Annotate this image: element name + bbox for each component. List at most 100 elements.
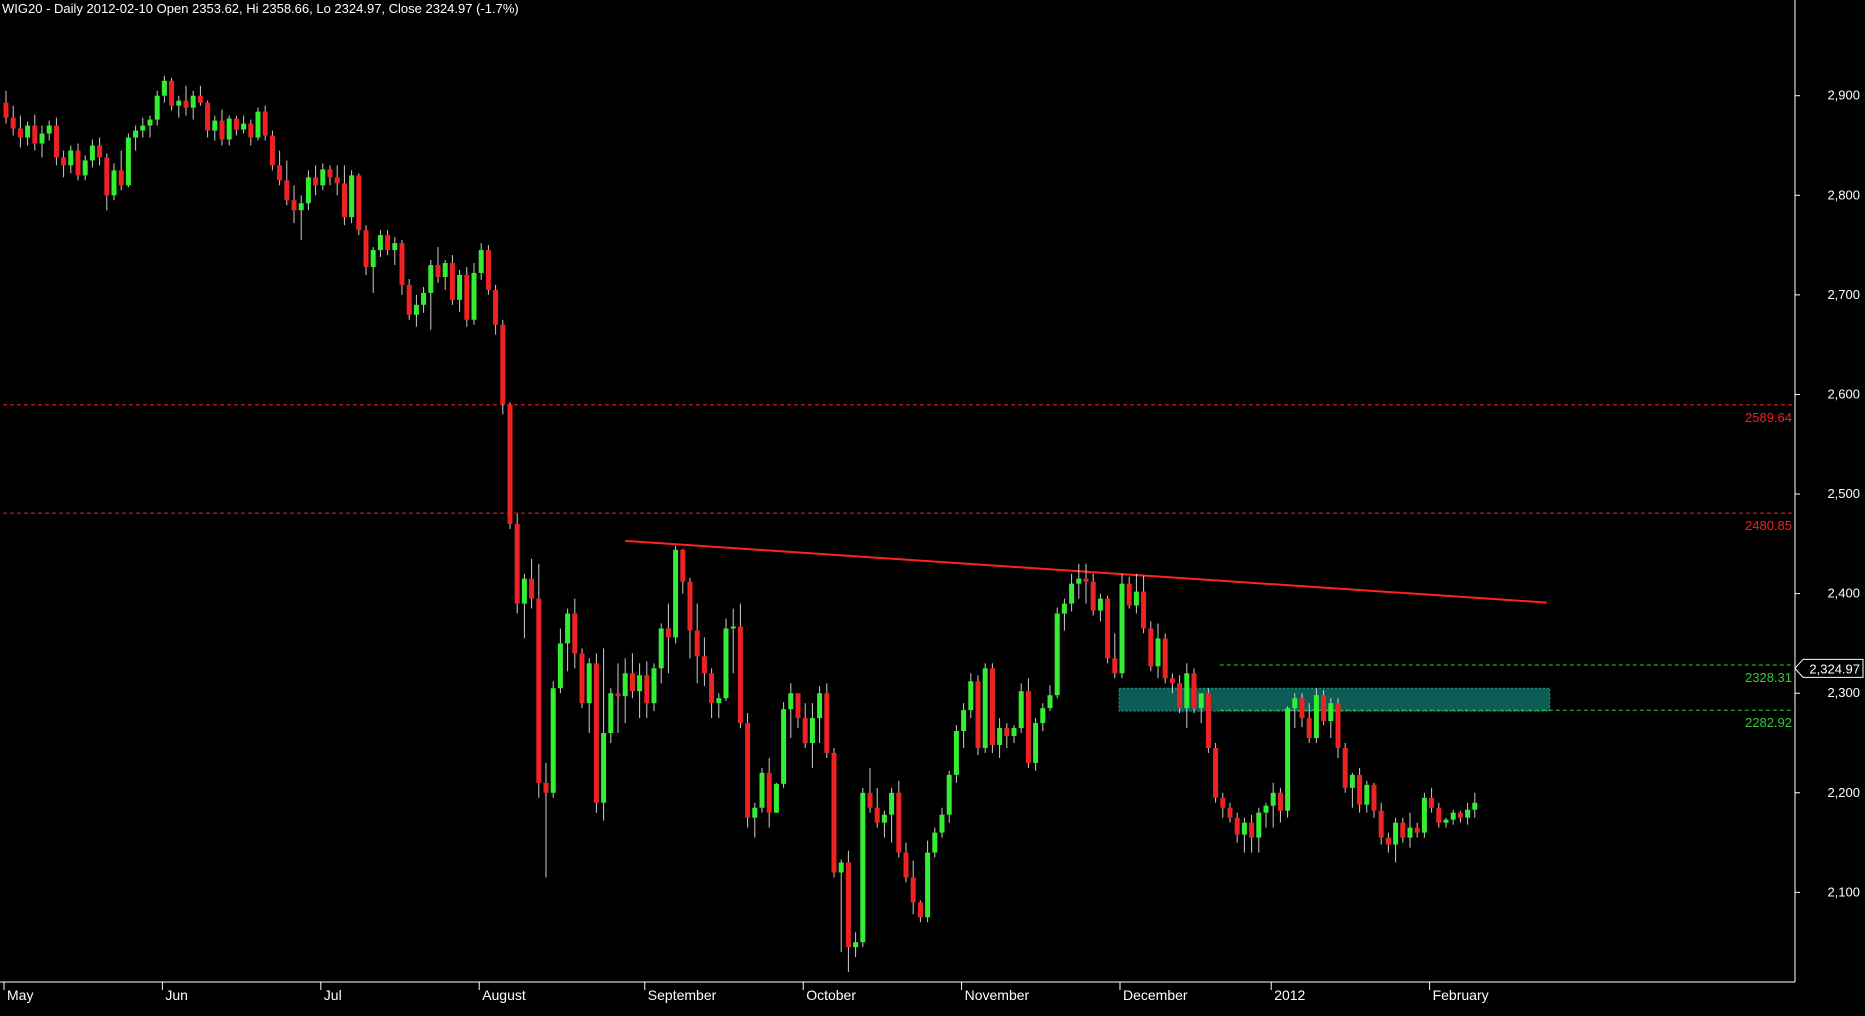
candle-body-up bbox=[241, 123, 247, 130]
candle-body-up bbox=[176, 100, 182, 106]
candle-body-down bbox=[53, 125, 59, 158]
candle bbox=[968, 673, 974, 719]
candle bbox=[1227, 802, 1233, 823]
candle bbox=[1141, 575, 1147, 634]
candle-body-down bbox=[1177, 683, 1183, 709]
candle bbox=[442, 260, 448, 290]
candle-body-down bbox=[363, 230, 369, 267]
candle-body-up bbox=[1407, 827, 1413, 838]
candle bbox=[421, 286, 427, 313]
candle-body-down bbox=[1004, 728, 1010, 737]
candle bbox=[896, 780, 902, 858]
candle bbox=[997, 718, 1003, 758]
candle-body-down bbox=[1090, 581, 1096, 611]
candle bbox=[1400, 817, 1406, 843]
candle bbox=[97, 137, 103, 166]
candle-body-up bbox=[421, 292, 427, 305]
candle bbox=[435, 247, 441, 283]
candle-body-up bbox=[1292, 698, 1298, 709]
candle bbox=[478, 243, 484, 280]
candle bbox=[147, 115, 153, 138]
candle bbox=[1112, 633, 1118, 679]
candle-body-up bbox=[853, 942, 859, 948]
candle-body-up bbox=[622, 673, 628, 697]
candle-body-down bbox=[327, 169, 333, 178]
candle-body-up bbox=[557, 643, 563, 689]
candle-body-down bbox=[1025, 691, 1031, 763]
candle bbox=[658, 623, 664, 684]
candle bbox=[572, 598, 578, 669]
candle bbox=[111, 163, 117, 201]
candle-body-down bbox=[1429, 797, 1435, 808]
candle bbox=[1357, 767, 1363, 813]
candle bbox=[406, 278, 412, 320]
candle bbox=[356, 173, 362, 236]
candle-body-down bbox=[1321, 695, 1327, 722]
candle bbox=[1198, 693, 1204, 724]
candle-body-up bbox=[1054, 613, 1060, 696]
candle-body-down bbox=[1234, 817, 1240, 835]
candle-body-down bbox=[262, 111, 268, 136]
candle-body-down bbox=[1299, 698, 1305, 719]
candle-body-down bbox=[313, 177, 319, 186]
candle bbox=[118, 150, 124, 191]
candle bbox=[313, 165, 319, 196]
candle-body-down bbox=[1220, 797, 1226, 808]
candle-body-up bbox=[457, 274, 463, 300]
candle bbox=[773, 782, 779, 813]
candle-body-down bbox=[593, 663, 599, 803]
candle-body-down bbox=[745, 723, 751, 818]
candle bbox=[68, 145, 74, 174]
candle bbox=[334, 165, 340, 196]
candle bbox=[349, 170, 355, 224]
candle-body-up bbox=[1061, 603, 1067, 614]
candle bbox=[860, 787, 866, 948]
candle bbox=[341, 165, 347, 226]
x-tick-label: October bbox=[806, 987, 856, 1003]
candle bbox=[493, 284, 499, 335]
candle bbox=[874, 787, 880, 828]
candle bbox=[291, 185, 297, 224]
candle bbox=[392, 237, 398, 265]
candle bbox=[1011, 725, 1017, 743]
candle-body-up bbox=[817, 693, 823, 719]
candle bbox=[889, 787, 895, 843]
candle-body-up bbox=[550, 688, 556, 793]
candle bbox=[637, 663, 643, 719]
candle bbox=[1436, 802, 1442, 828]
x-tick-label: Jun bbox=[165, 987, 188, 1003]
candle-body-down bbox=[1148, 628, 1154, 667]
candle-body-up bbox=[25, 125, 31, 138]
candle bbox=[161, 75, 167, 103]
y-tick-label: 2,900 bbox=[1827, 88, 1860, 103]
candle bbox=[1335, 698, 1341, 758]
candle bbox=[1429, 787, 1435, 813]
candle bbox=[1472, 792, 1478, 818]
candle-body-down bbox=[291, 200, 297, 211]
candle bbox=[608, 688, 614, 743]
candle-body-down bbox=[1169, 678, 1175, 684]
candle-body-up bbox=[961, 710, 967, 732]
candle bbox=[1018, 683, 1024, 734]
candle-body-up bbox=[716, 698, 722, 704]
candle bbox=[471, 263, 477, 325]
candle bbox=[1040, 703, 1046, 732]
candle bbox=[205, 100, 211, 138]
candle bbox=[831, 747, 837, 878]
candle-body-down bbox=[615, 693, 621, 697]
candle bbox=[694, 603, 700, 684]
candle bbox=[1083, 563, 1089, 604]
candle-body-down bbox=[1083, 578, 1089, 582]
candle-body-up bbox=[1040, 708, 1046, 724]
candle bbox=[1277, 787, 1283, 823]
candle bbox=[176, 95, 182, 118]
candle-body-up bbox=[1472, 802, 1478, 810]
candle-body-up bbox=[478, 250, 484, 273]
candle-body-down bbox=[219, 120, 225, 140]
candle-body-up bbox=[140, 125, 146, 131]
candle-body-down bbox=[1205, 693, 1211, 748]
candle bbox=[1421, 792, 1427, 838]
candle bbox=[1097, 593, 1103, 622]
candle bbox=[197, 85, 203, 106]
candle-body-down bbox=[449, 263, 455, 300]
